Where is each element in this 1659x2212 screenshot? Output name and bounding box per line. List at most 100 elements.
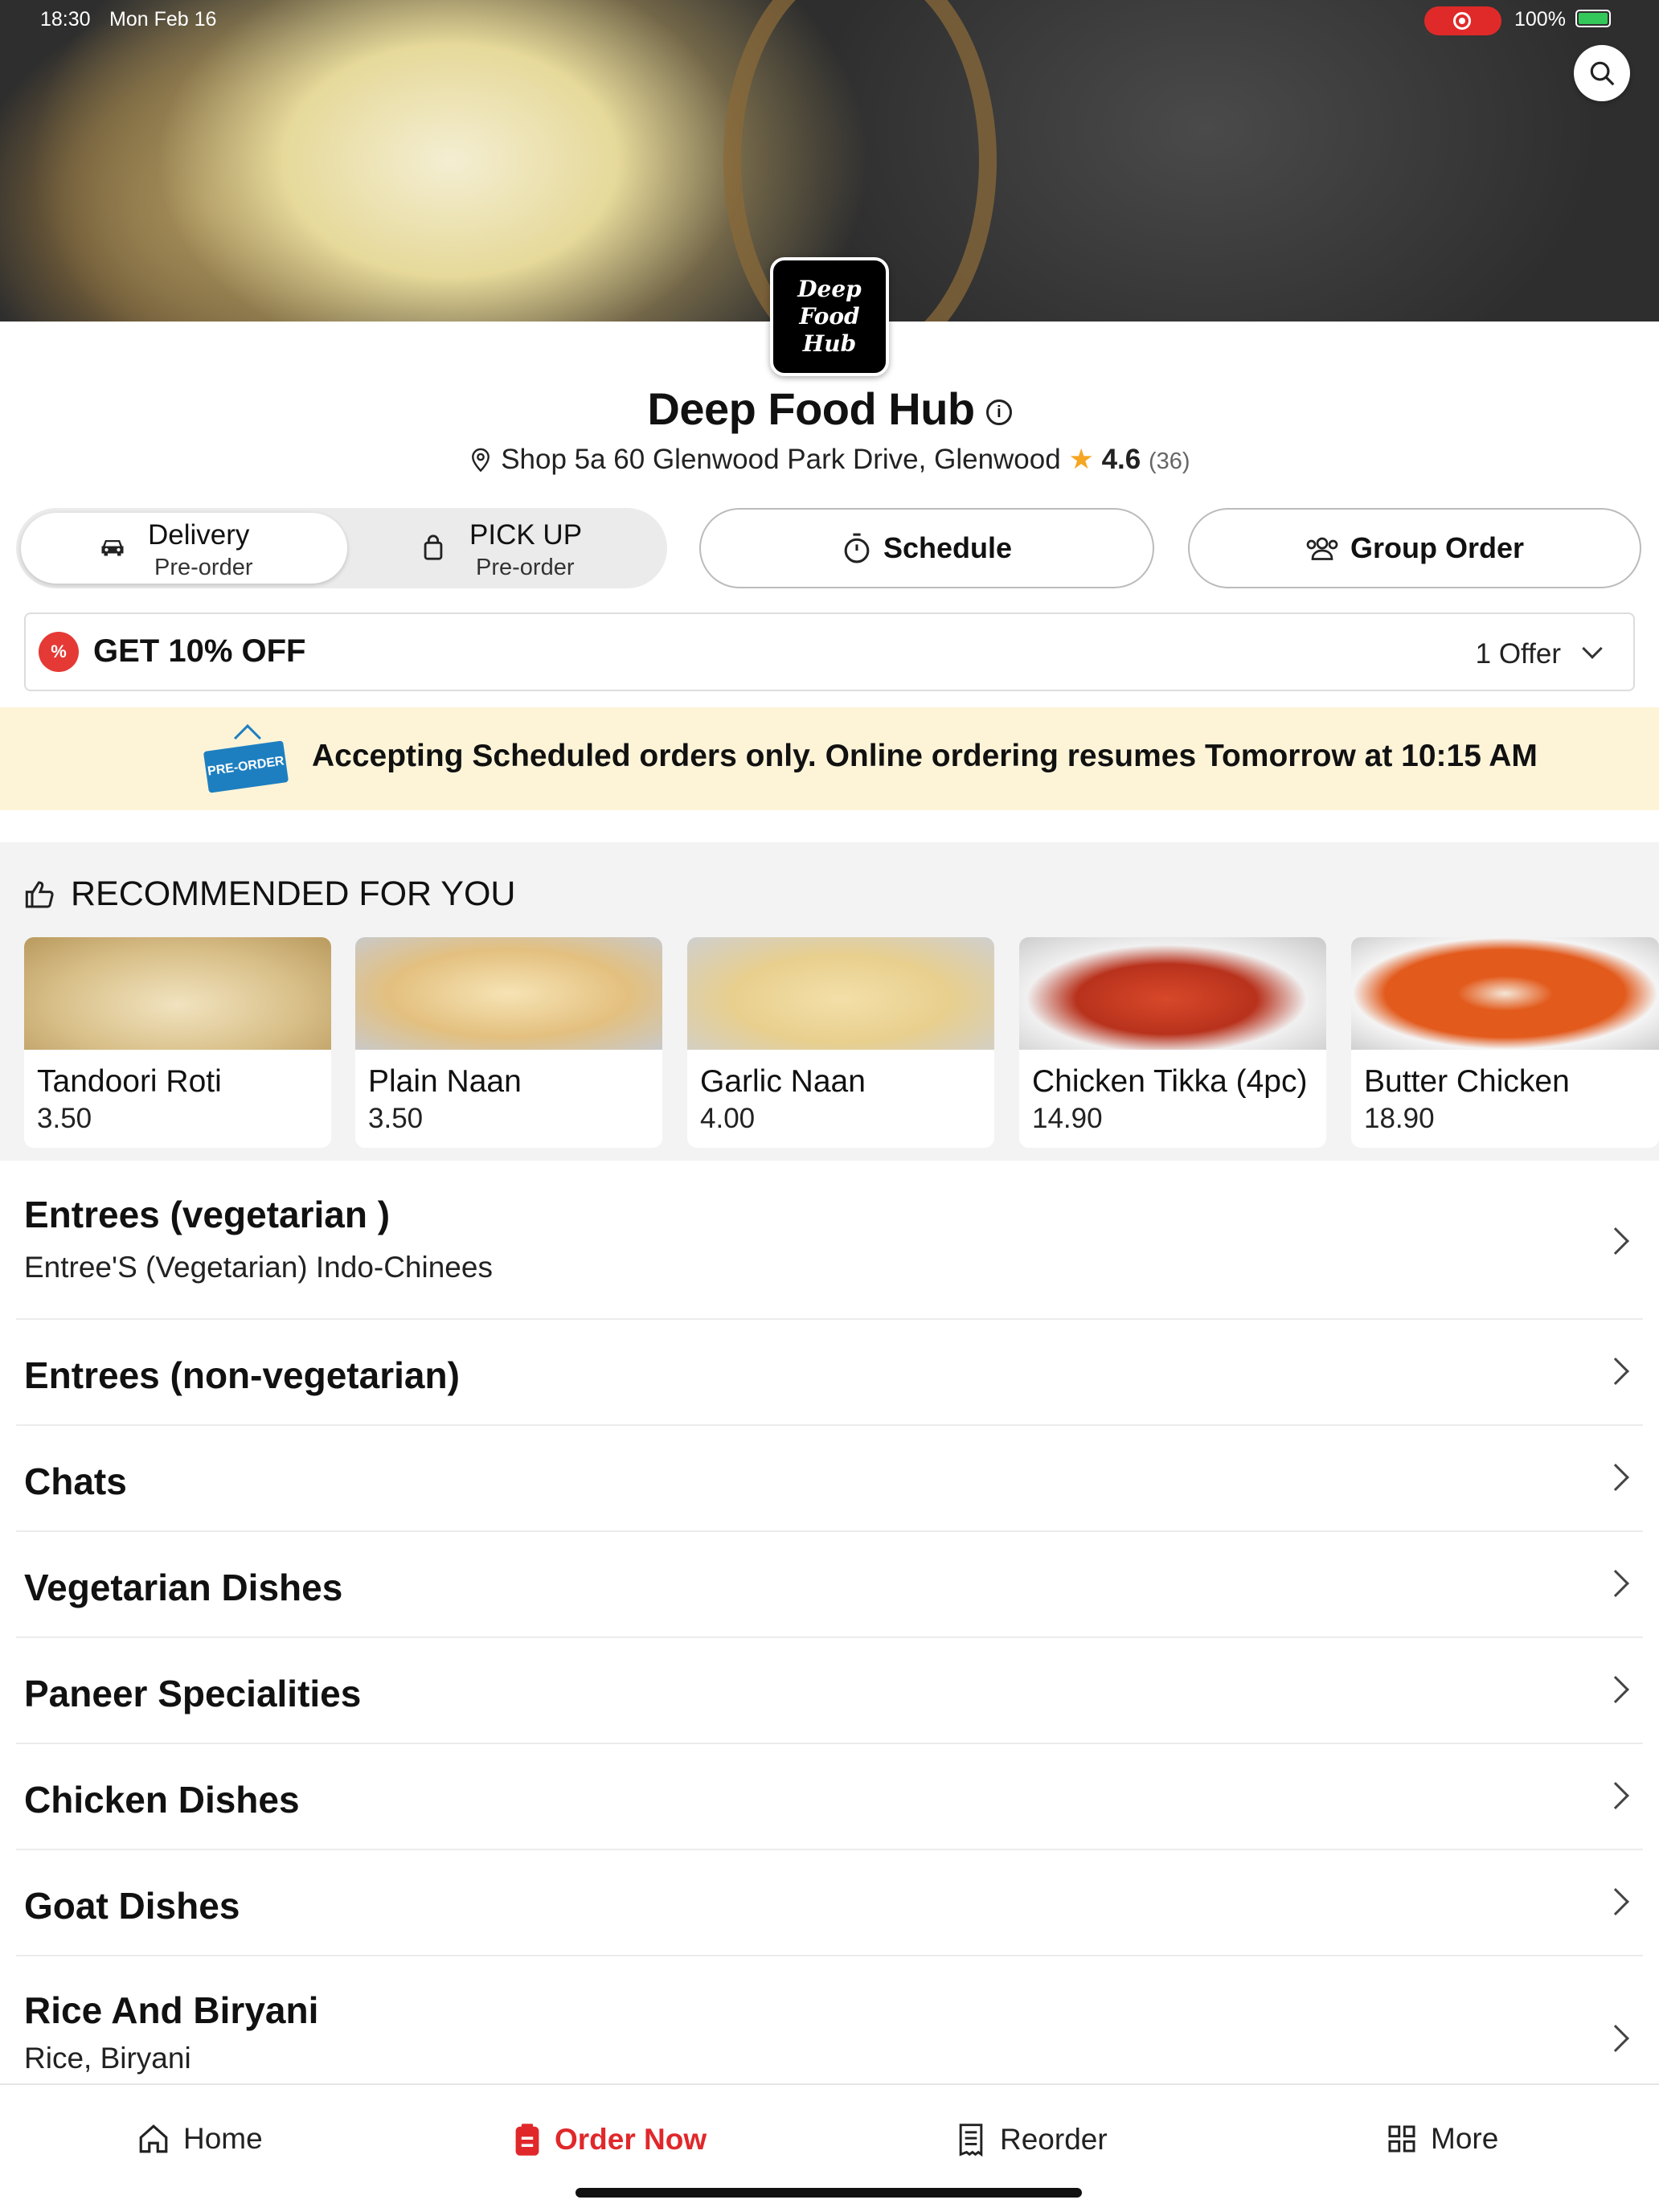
pickup-label: PICK UP xyxy=(469,519,583,551)
logo-line-1: Deep xyxy=(797,276,862,302)
delivery-option[interactable]: Delivery Pre-order xyxy=(21,513,347,584)
item-name: Garlic Naan xyxy=(700,1064,866,1099)
chevron-right-icon xyxy=(1602,2025,1629,2052)
chevron-right-icon xyxy=(1602,1570,1629,1597)
search-icon xyxy=(1590,61,1615,86)
recommended-heading: RECOMMENDED FOR YOU xyxy=(71,875,516,913)
category-row[interactable]: Paneer Specialities xyxy=(16,1638,1643,1744)
item-price: 3.50 xyxy=(368,1103,424,1134)
category-row[interactable]: Goat Dishes xyxy=(16,1850,1643,1956)
category-row[interactable]: Entrees (non-vegetarian) xyxy=(16,1320,1643,1426)
tab-reorder[interactable]: Reorder xyxy=(955,2122,1108,2157)
battery-icon xyxy=(1575,10,1611,27)
restaurant-title: Deep Food Hub i xyxy=(0,383,1659,435)
status-time: 18:30 xyxy=(40,8,91,31)
item-image xyxy=(355,937,662,1050)
pickup-sub: Pre-order xyxy=(476,555,575,580)
location-pin-icon xyxy=(472,448,490,473)
group-icon xyxy=(1306,537,1338,560)
battery-percent: 100% xyxy=(1514,8,1566,31)
item-name: Tandoori Roti xyxy=(37,1064,222,1099)
timer-icon xyxy=(844,533,870,563)
status-date: Mon Feb 16 xyxy=(109,8,217,31)
offer-bar[interactable]: % GET 10% OFF 1 Offer xyxy=(24,612,1635,691)
rating-count: (36) xyxy=(1148,449,1190,474)
home-indicator[interactable] xyxy=(576,2188,1082,2198)
item-name: Butter Chicken xyxy=(1364,1064,1570,1099)
record-icon xyxy=(1453,12,1471,30)
delivery-label: Delivery xyxy=(148,519,250,551)
category-title: Chicken Dishes xyxy=(24,1779,300,1821)
restaurant-logo: Deep Food Hub xyxy=(770,257,889,376)
chevron-right-icon xyxy=(1602,1676,1629,1703)
grid-icon xyxy=(1388,2125,1415,2153)
category-row[interactable]: Rice And Biryani Rice, Biryani xyxy=(16,1956,1643,2093)
category-title: Goat Dishes xyxy=(24,1885,240,1927)
category-row[interactable]: Vegetarian Dishes xyxy=(16,1532,1643,1638)
item-price: 3.50 xyxy=(37,1103,92,1134)
schedule-label: Schedule xyxy=(883,531,1013,564)
category-subtitle: Entree'S (Vegetarian) Indo-Chinees xyxy=(24,1251,493,1284)
group-order-button[interactable]: Group Order xyxy=(1188,508,1641,588)
offer-count: 1 Offer xyxy=(1475,638,1561,670)
category-row[interactable]: Entrees (vegetarian ) Entree'S (Vegetari… xyxy=(16,1161,1643,1320)
offer-title: GET 10% OFF xyxy=(93,633,306,669)
restaurant-address-row: Shop 5a 60 Glenwood Park Drive, Glenwood… xyxy=(0,444,1659,476)
notice-text: Accepting Scheduled orders only. Online … xyxy=(312,739,1538,773)
category-title: Entrees (non-vegetarian) xyxy=(24,1354,460,1396)
tab-order-now-label: Order Now xyxy=(555,2123,707,2156)
tab-more-label: More xyxy=(1431,2122,1499,2155)
chevron-down-icon xyxy=(1582,638,1603,659)
recommended-item[interactable]: Garlic Naan 4.00 xyxy=(687,937,994,1148)
recommended-item[interactable]: Tandoori Roti 3.50 xyxy=(24,937,331,1148)
tab-more[interactable]: More xyxy=(1386,2122,1498,2156)
tab-order-now[interactable]: Order Now xyxy=(513,2122,707,2157)
home-icon xyxy=(139,2124,168,2153)
schedule-button[interactable]: Schedule xyxy=(699,508,1154,588)
category-subtitle: Rice, Biryani xyxy=(24,2042,191,2075)
car-icon xyxy=(101,540,124,556)
category-row[interactable]: Chats xyxy=(16,1426,1643,1532)
tab-home-label: Home xyxy=(183,2122,263,2155)
chevron-right-icon xyxy=(1602,1464,1629,1491)
delivery-sub: Pre-order xyxy=(154,555,253,580)
star-icon: ★ xyxy=(1068,444,1094,475)
shopping-bag-icon xyxy=(424,535,443,560)
chevron-right-icon xyxy=(1602,1782,1629,1809)
thumbs-up-icon xyxy=(25,880,54,908)
restaurant-name: Deep Food Hub xyxy=(647,383,975,434)
tab-reorder-label: Reorder xyxy=(1000,2123,1108,2156)
item-price: 4.00 xyxy=(700,1103,756,1134)
receipt-icon xyxy=(959,2124,983,2157)
info-icon[interactable]: i xyxy=(985,399,1012,426)
item-image xyxy=(1019,937,1326,1050)
category-row[interactable]: Chicken Dishes xyxy=(16,1744,1643,1850)
item-name: Chicken Tikka (4pc) xyxy=(1032,1064,1308,1099)
recommended-heading-row: RECOMMENDED FOR YOU xyxy=(24,875,515,914)
recommended-item[interactable]: Plain Naan 3.50 xyxy=(355,937,662,1148)
logo-line-2: Food Hub xyxy=(799,303,860,357)
chevron-right-icon xyxy=(1602,1358,1629,1385)
chevron-right-icon xyxy=(1602,1888,1629,1915)
recommended-item[interactable]: Butter Chicken 18.90 xyxy=(1351,937,1659,1148)
rating-value: 4.6 xyxy=(1101,444,1141,475)
order-icon xyxy=(515,2124,539,2156)
item-price: 18.90 xyxy=(1364,1103,1435,1134)
item-name: Plain Naan xyxy=(368,1064,522,1099)
group-order-label: Group Order xyxy=(1350,531,1525,564)
tab-home[interactable]: Home xyxy=(137,2122,263,2156)
address-text: Shop 5a 60 Glenwood Park Drive, Glenwood xyxy=(501,444,1061,475)
item-image xyxy=(1351,937,1659,1050)
pickup-option[interactable]: PICK UP Pre-order xyxy=(347,513,662,584)
category-title: Paneer Specialities xyxy=(24,1673,362,1714)
item-image xyxy=(24,937,331,1050)
recommended-item[interactable]: Chicken Tikka (4pc) 14.90 xyxy=(1019,937,1326,1148)
category-title: Vegetarian Dishes xyxy=(24,1567,343,1608)
item-price: 14.90 xyxy=(1032,1103,1103,1134)
category-title: Entrees (vegetarian ) xyxy=(24,1194,391,1235)
category-title: Chats xyxy=(24,1460,127,1502)
chevron-right-icon xyxy=(1602,1227,1629,1255)
search-button[interactable] xyxy=(1574,45,1630,101)
category-title: Rice And Biryani xyxy=(24,1989,319,2031)
item-image xyxy=(687,937,994,1050)
